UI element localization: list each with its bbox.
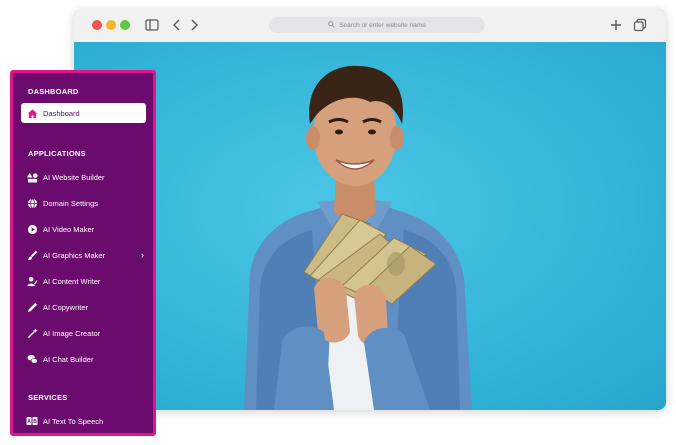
pen-icon	[26, 301, 38, 313]
back-arrow-icon[interactable]	[169, 17, 185, 33]
sidebar: DASHBOARD Dashboard APPLICATIONS AI Webs…	[10, 70, 156, 436]
sidebar-item-label: AI Graphics Maker	[43, 250, 106, 260]
video-icon	[26, 223, 38, 235]
sidebar-item-dashboard[interactable]: Dashboard	[21, 103, 146, 123]
sidebar-item-label: AI Website Builder	[43, 172, 105, 182]
sidebar-item-label: Dashboard	[43, 108, 80, 118]
tab-overview-icon[interactable]	[632, 17, 648, 33]
section-title-dashboard: DASHBOARD	[28, 87, 79, 96]
sidebar-item-ai-website-builder[interactable]: AI Website Builder	[21, 167, 146, 187]
shapes-icon	[26, 171, 38, 183]
section-title-services: SERVICES	[28, 393, 68, 402]
hero-photo	[74, 42, 666, 410]
address-bar[interactable]: Search or enter website name	[269, 17, 485, 33]
chat-icon	[26, 353, 38, 365]
sidebar-item-label: AI Image Creator	[43, 328, 101, 338]
sidebar-item-ai-text-to-speech[interactable]: AB AI Text To Speech	[21, 411, 146, 431]
sidebar-toggle-icon[interactable]	[144, 17, 160, 33]
address-placeholder: Search or enter website name	[339, 21, 426, 29]
home-icon	[26, 107, 38, 119]
sidebar-item-label: Domain Settings	[43, 198, 99, 208]
svg-text:A: A	[27, 419, 31, 425]
chevron-right-icon[interactable]: ›	[141, 250, 144, 260]
sidebar-item-label: AI Copywriter	[43, 302, 89, 312]
section-title-applications: APPLICATIONS	[28, 149, 86, 158]
magic-wand-icon	[26, 327, 38, 339]
forward-arrow-icon[interactable]	[186, 17, 202, 33]
sidebar-item-ai-chat-builder[interactable]: AI Chat Builder	[21, 349, 146, 369]
sidebar-item-ai-graphics-maker[interactable]: AI Graphics Maker ›	[21, 245, 146, 265]
sidebar-item-ai-content-writer[interactable]: AI Content Writer	[21, 271, 146, 291]
sidebar-item-ai-video-maker[interactable]: AI Video Maker	[21, 219, 146, 239]
close-window-button[interactable]	[92, 20, 102, 30]
search-icon	[328, 20, 335, 30]
sidebar-item-ai-copywriter[interactable]: AI Copywriter	[21, 297, 146, 317]
brush-icon	[26, 249, 38, 261]
globe-icon	[26, 197, 38, 209]
sidebar-item-ai-image-creator[interactable]: AI Image Creator	[21, 323, 146, 343]
browser-toolbar: Search or enter website name	[74, 9, 666, 43]
man-holding-cash-image	[244, 65, 472, 410]
browser-window: Search or enter website name	[74, 9, 666, 410]
sidebar-item-label: AI Text To Speech	[43, 416, 104, 426]
sidebar-item-label: AI Content Writer	[43, 276, 101, 286]
maximize-window-button[interactable]	[120, 20, 130, 30]
svg-text:B: B	[33, 419, 37, 425]
sidebar-item-domain-settings[interactable]: Domain Settings	[21, 193, 146, 213]
new-tab-icon[interactable]	[608, 17, 624, 33]
user-pen-icon	[26, 275, 38, 287]
sidebar-item-label: AI Video Maker	[43, 224, 95, 234]
minimize-window-button[interactable]	[106, 20, 116, 30]
sidebar-item-label: AI Chat Builder	[43, 354, 94, 364]
text-speech-icon: AB	[26, 415, 38, 427]
